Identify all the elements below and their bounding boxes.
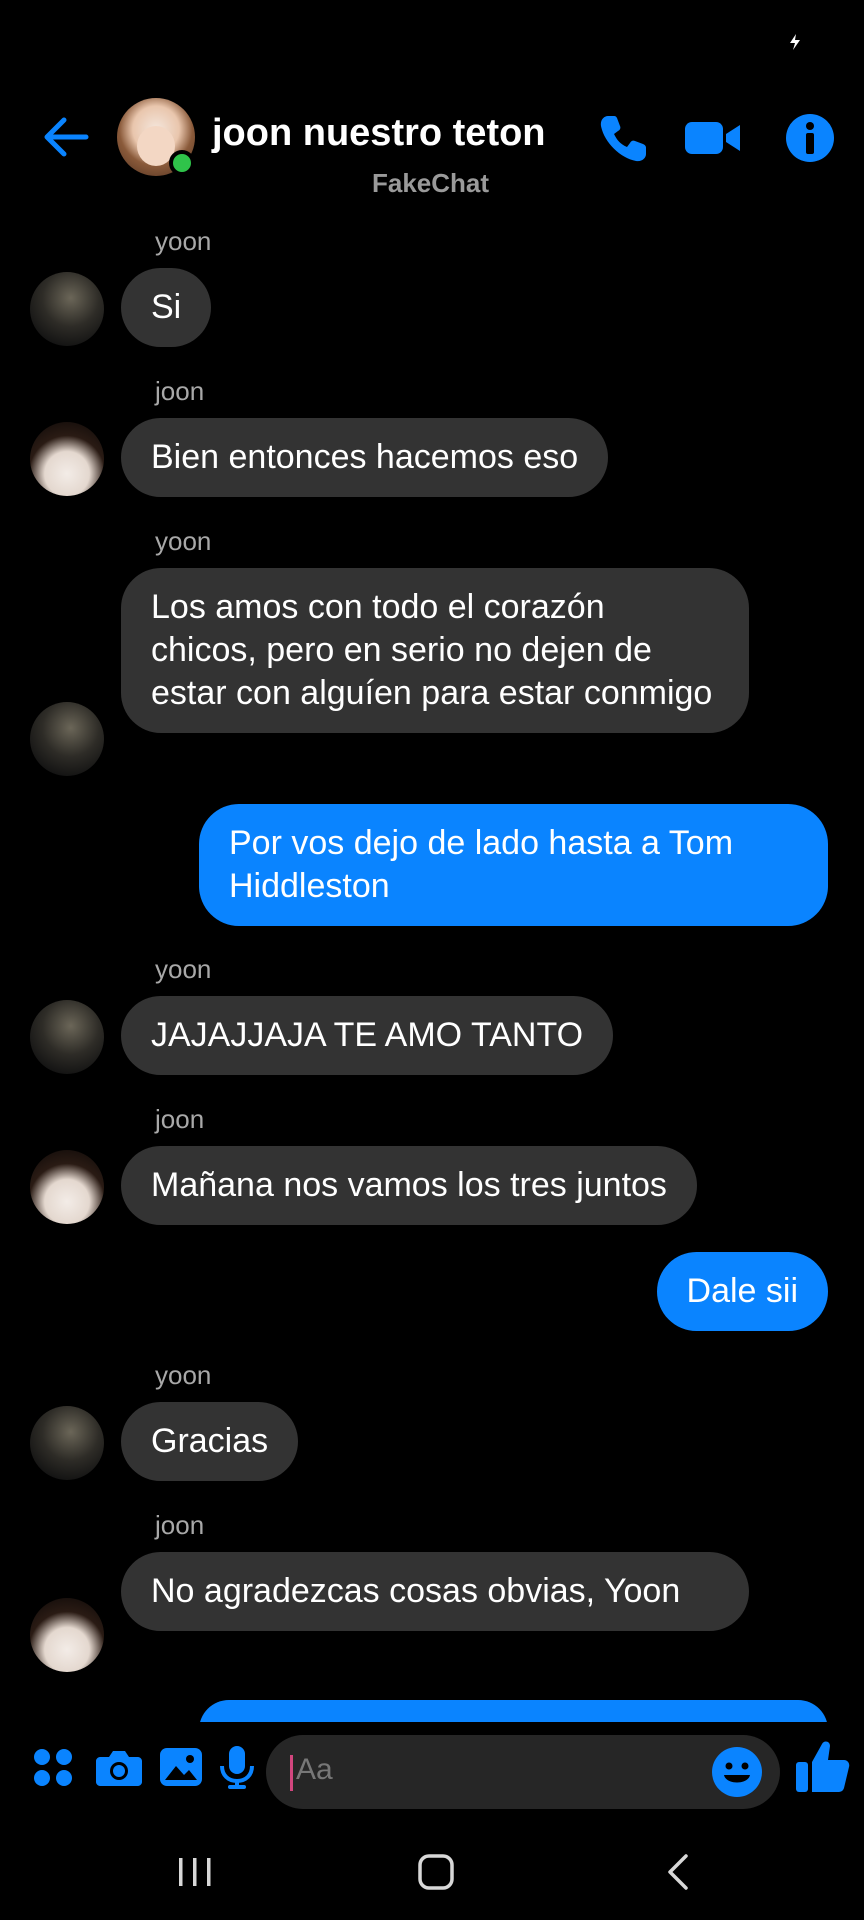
apps-grid-icon[interactable] bbox=[28, 1742, 78, 1792]
message-list[interactable]: yoon Si joon Bien entonces hacemos eso y… bbox=[0, 214, 864, 1722]
incoming-message-bubble[interactable]: JAJAJJAJA TE AMO TANTO bbox=[121, 996, 614, 1075]
chat-header: joon nuestro teton FakeChat bbox=[0, 80, 864, 208]
sender-avatar-yoon[interactable] bbox=[30, 1000, 104, 1074]
incoming-message-bubble[interactable]: Bien entonces hacemos eso bbox=[121, 418, 609, 497]
system-nav-bar bbox=[0, 1822, 864, 1920]
sender-avatar-joon[interactable] bbox=[30, 422, 104, 496]
sender-avatar-joon[interactable] bbox=[30, 1598, 104, 1672]
text-cursor bbox=[290, 1755, 293, 1791]
message-composer: Aa bbox=[0, 1722, 864, 1822]
message-author: joon bbox=[155, 376, 205, 406]
thumbs-up-icon[interactable] bbox=[794, 1738, 852, 1796]
incoming-message-bubble[interactable]: Si bbox=[121, 268, 212, 347]
phone-icon[interactable] bbox=[594, 108, 654, 168]
video-camera-icon[interactable] bbox=[682, 108, 742, 168]
emoji-icon[interactable] bbox=[710, 1745, 764, 1799]
message-author: joon bbox=[155, 1510, 205, 1540]
message-author: yoon bbox=[155, 526, 212, 556]
back-icon[interactable] bbox=[656, 1850, 700, 1894]
conversation-title[interactable]: joon nuestro teton bbox=[212, 112, 546, 155]
message-author: joon bbox=[155, 1104, 205, 1134]
camera-icon[interactable] bbox=[94, 1742, 144, 1792]
sender-avatar-yoon[interactable] bbox=[30, 272, 104, 346]
status-bar bbox=[0, 0, 864, 80]
charging-bolt-icon bbox=[790, 34, 800, 50]
message-author: yoon bbox=[155, 954, 212, 984]
back-arrow-icon[interactable] bbox=[38, 110, 92, 164]
incoming-message-bubble[interactable]: Mañana nos vamos los tres juntos bbox=[121, 1146, 697, 1225]
incoming-message-bubble[interactable]: Gracias bbox=[121, 1402, 299, 1481]
gallery-icon[interactable] bbox=[156, 1742, 206, 1792]
outgoing-message-bubble-partial[interactable] bbox=[199, 1700, 828, 1722]
recent-apps-icon[interactable] bbox=[173, 1850, 217, 1894]
conversation-subtitle: FakeChat bbox=[372, 168, 490, 198]
microphone-icon[interactable] bbox=[212, 1742, 262, 1792]
sender-avatar-yoon[interactable] bbox=[30, 702, 104, 776]
outgoing-message-bubble[interactable]: Dale sii bbox=[656, 1252, 828, 1331]
message-input-placeholder: Aa bbox=[296, 1753, 333, 1786]
message-author: yoon bbox=[155, 226, 212, 256]
home-icon[interactable] bbox=[414, 1850, 458, 1894]
sender-avatar-yoon[interactable] bbox=[30, 1406, 104, 1480]
message-input[interactable]: Aa bbox=[266, 1735, 780, 1809]
message-author: yoon bbox=[155, 1360, 212, 1390]
online-indicator bbox=[169, 150, 195, 176]
info-icon[interactable] bbox=[780, 108, 840, 168]
sender-avatar-joon[interactable] bbox=[30, 1150, 104, 1224]
incoming-message-bubble[interactable]: Los amos con todo el corazón chicos, per… bbox=[121, 568, 749, 733]
contact-avatar[interactable] bbox=[117, 98, 195, 176]
outgoing-message-bubble[interactable]: Por vos dejo de lado hasta a Tom Hiddles… bbox=[199, 804, 828, 926]
incoming-message-bubble[interactable]: No agradezcas cosas obvias, Yoon bbox=[121, 1552, 749, 1631]
